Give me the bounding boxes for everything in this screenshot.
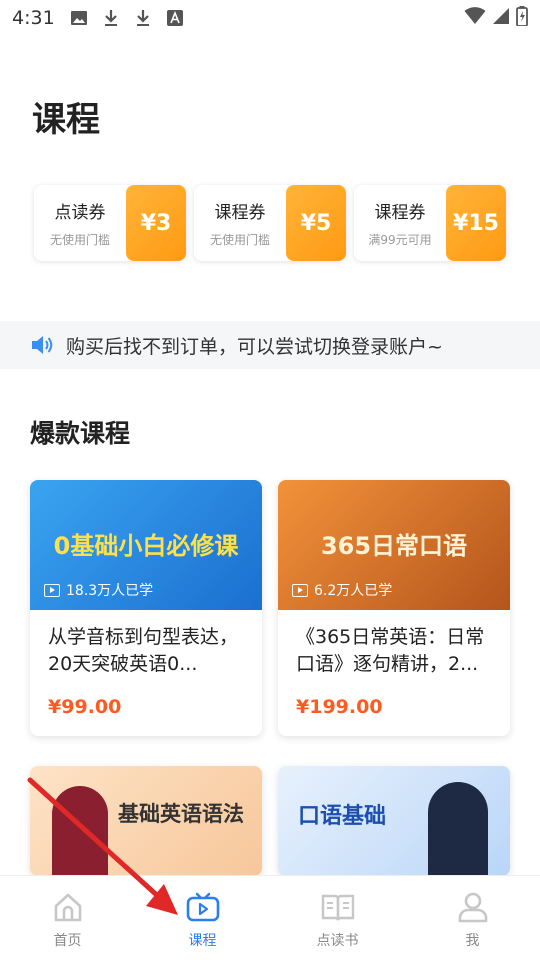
download-icon: [101, 8, 121, 28]
course-thumbnail: 基础英语语法: [30, 766, 262, 876]
home-icon: [51, 890, 85, 924]
status-time: 4:31: [12, 7, 55, 29]
tab-courses[interactable]: 课程: [135, 876, 270, 960]
learners-count: 18.3万人已学: [44, 580, 153, 600]
tab-label: 课程: [188, 933, 217, 949]
coupon-condition: 无使用门槛: [209, 233, 270, 247]
course-thumb-text: 基础英语语法: [118, 802, 244, 826]
video-icon: [292, 583, 308, 597]
coupon-name: 课程券: [214, 203, 266, 223]
video-icon: [44, 583, 60, 597]
coupon-card[interactable]: 点读券 无使用门槛 ¥3: [34, 185, 186, 261]
course-thumbnail: 0基础小白必修课 18.3万人已学: [30, 480, 262, 610]
learners-count: 6.2万人已学: [292, 580, 392, 600]
teacher-photo: [428, 782, 488, 876]
tab-reading-book[interactable]: 点读书: [270, 876, 405, 960]
course-title: 从学音标到句型表达，20天突破英语0...: [48, 626, 239, 675]
teacher-photo: [52, 786, 108, 876]
battery-icon: [516, 5, 528, 31]
tv-icon: [186, 890, 220, 924]
tab-label: 首页: [53, 933, 82, 949]
coupon-name: 点读券: [54, 203, 106, 223]
font-app-icon: [165, 8, 185, 28]
notice-text: 购买后找不到订单，可以尝试切换登录账户~: [66, 335, 443, 358]
coupon-list: 点读券 无使用门槛 ¥3 课程券 无使用门槛 ¥5 课程券 满99元可用 ¥15: [34, 185, 506, 261]
status-bar: 4:31: [0, 0, 540, 36]
coupon-amount: ¥5: [286, 185, 346, 261]
coupon-amount: ¥3: [126, 185, 186, 261]
signal-icon: [492, 7, 510, 30]
coupon-condition: 无使用门槛: [49, 233, 110, 247]
course-price: ¥99.00: [48, 696, 122, 718]
section-title: 爆款课程: [30, 419, 131, 448]
page-title: 课程: [32, 100, 100, 140]
course-card[interactable]: 口语基础: [278, 766, 510, 876]
course-card[interactable]: 365日常口语 6.2万人已学 《365日常英语：日常口语》逐句精讲，2... …: [278, 480, 510, 736]
course-price: ¥199.00: [296, 696, 383, 718]
coupon-condition: 满99元可用: [368, 233, 432, 247]
course-card[interactable]: 0基础小白必修课 18.3万人已学 从学音标到句型表达，20天突破英语0... …: [30, 480, 262, 736]
book-icon: [321, 890, 355, 924]
course-thumbnail: 365日常口语 6.2万人已学: [278, 480, 510, 610]
coupon-amount: ¥15: [446, 185, 506, 261]
speaker-icon: [30, 334, 54, 356]
coupon-card[interactable]: 课程券 无使用门槛 ¥5: [194, 185, 346, 261]
notice-bar[interactable]: 购买后找不到订单，可以尝试切换登录账户~: [0, 321, 540, 369]
course-card[interactable]: 基础英语语法: [30, 766, 262, 876]
tab-me[interactable]: 我: [405, 876, 540, 960]
course-thumb-text: 0基础小白必修课: [53, 532, 239, 560]
coupon-name: 课程券: [374, 203, 426, 223]
course-thumb-text: 365日常口语: [320, 532, 468, 560]
bottom-tab-bar: 首页 课程 点读书 我: [0, 875, 540, 960]
course-thumbnail: 口语基础: [278, 766, 510, 876]
tab-home[interactable]: 首页: [0, 876, 135, 960]
image-icon: [69, 8, 89, 28]
download-icon: [133, 8, 153, 28]
wifi-icon: [464, 6, 486, 30]
user-icon: [456, 890, 490, 924]
course-title: 《365日常英语：日常口语》逐句精讲，2...: [296, 626, 485, 675]
tab-label: 点读书: [316, 933, 359, 949]
coupon-card[interactable]: 课程券 满99元可用 ¥15: [354, 185, 506, 261]
tab-label: 我: [465, 933, 480, 949]
